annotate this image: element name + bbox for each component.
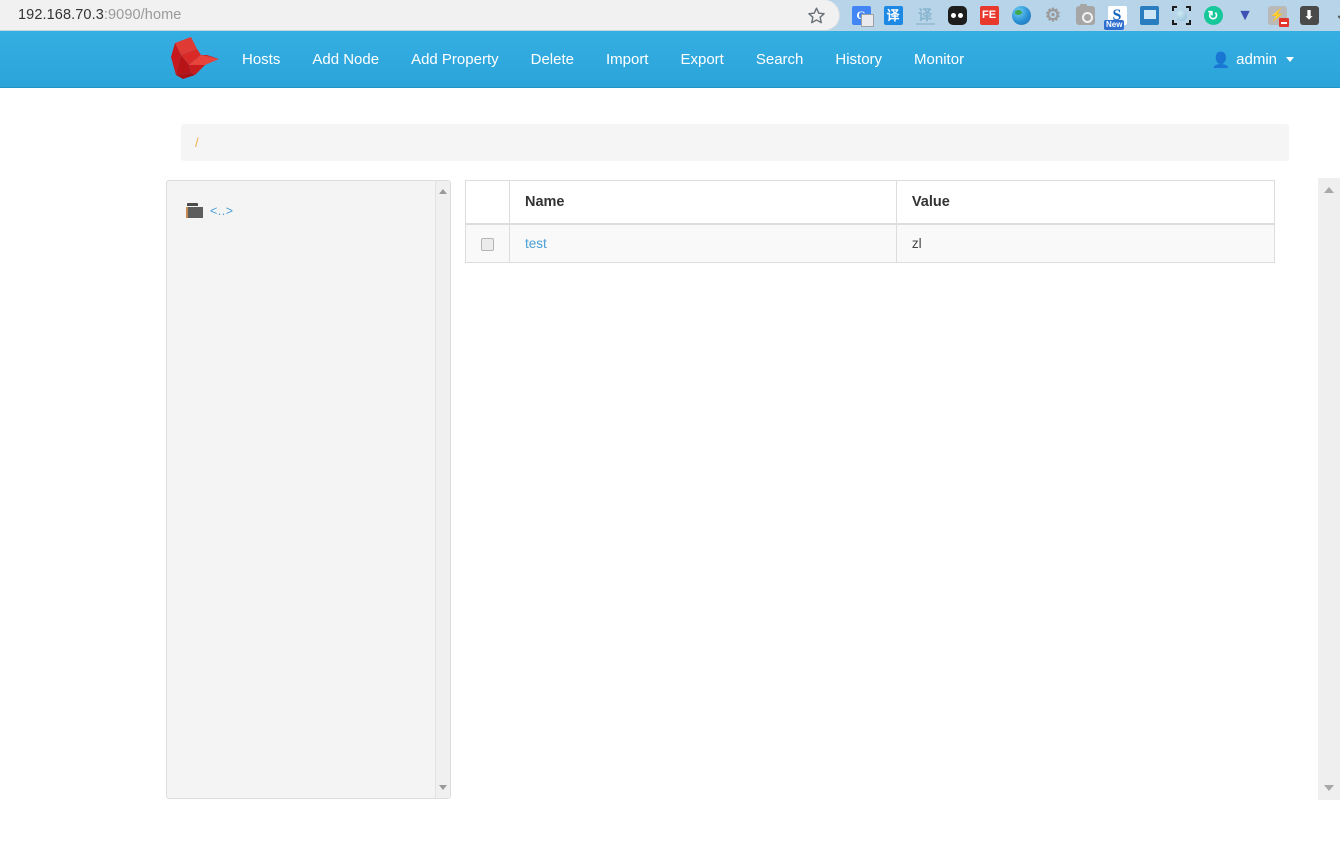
table-header-select <box>465 180 510 225</box>
table-header-name: Name <box>509 180 897 225</box>
nav-link-delete[interactable]: Delete <box>515 31 590 88</box>
user-menu[interactable]: 👤 admin <box>1211 31 1294 88</box>
properties-table-wrapper: Name Value test zl <box>465 180 1275 263</box>
table-cell-select <box>465 224 510 263</box>
nav-link-add-node[interactable]: Add Node <box>296 31 395 88</box>
nav-link-import[interactable]: Import <box>590 31 665 88</box>
more-extensions-icon[interactable]: ◕ <box>1325 0 1340 31</box>
nav-links: Hosts Add Node Add Property Delete Impor… <box>226 31 980 88</box>
page-scrollbar[interactable] <box>1318 178 1340 800</box>
sync-refresh-icon[interactable]: ↻ <box>1197 0 1229 31</box>
flashget-icon[interactable]: FE <box>973 0 1005 31</box>
snipaste-icon[interactable]: S New <box>1101 0 1133 31</box>
table-row[interactable]: test zl <box>465 224 1275 263</box>
adblock-icon[interactable] <box>941 0 973 31</box>
row-checkbox[interactable] <box>481 237 494 251</box>
user-menu-label: admin <box>1236 51 1277 68</box>
url-path: :9090/home <box>103 7 182 23</box>
table-body: test zl <box>465 224 1275 263</box>
nav-link-export[interactable]: Export <box>664 31 739 88</box>
nav-link-monitor[interactable]: Monitor <box>898 31 980 88</box>
region-capture-icon[interactable] <box>1165 0 1197 31</box>
page-scroll-down-arrow-icon[interactable] <box>1324 785 1334 791</box>
table-header-value: Value <box>896 180 1275 225</box>
table-cell-name: test <box>509 224 897 263</box>
url-text: 192.168.70.3:9090/home <box>18 7 181 23</box>
tree-item-label[interactable]: <..> <box>210 204 234 218</box>
page-scroll-up-arrow-icon[interactable] <box>1324 187 1334 193</box>
zookeeper-bird-logo[interactable] <box>167 35 223 85</box>
nav-link-search[interactable]: Search <box>740 31 820 88</box>
breadcrumb: / <box>181 124 1289 161</box>
folder-icon <box>186 203 204 218</box>
nav-link-history[interactable]: History <box>819 31 898 88</box>
fanyi-translate-icon[interactable]: 译 <box>877 0 909 31</box>
scroll-up-arrow-icon[interactable] <box>439 189 447 194</box>
property-name-link[interactable]: test <box>525 236 547 251</box>
star-icon[interactable] <box>804 3 829 28</box>
snipaste-new-badge: New <box>1104 20 1125 30</box>
google-translate-icon[interactable]: G <box>845 0 877 31</box>
nav-link-hosts[interactable]: Hosts <box>226 31 296 88</box>
download-manager-icon[interactable]: ⬇ <box>1293 0 1325 31</box>
address-bar[interactable]: 192.168.70.3:9090/home <box>0 0 840 31</box>
vpn-shield-icon[interactable]: ▼ <box>1229 0 1261 31</box>
table-cell-value: zl <box>896 224 1275 263</box>
table-head: Name Value <box>465 180 1275 225</box>
extension-icons: G 译 译 FE ⚙ SNew ↻ ▼ ⚡ ⬇ ◕ <box>845 0 1340 31</box>
tree-item-parent[interactable]: <..> <box>186 203 234 218</box>
globe-browser-icon[interactable] <box>1005 0 1037 31</box>
properties-table: Name Value test zl <box>465 180 1275 263</box>
url-host: 192.168.70.3 <box>18 7 104 23</box>
scroll-down-arrow-icon[interactable] <box>439 785 447 790</box>
app-navbar: Hosts Add Node Add Property Delete Impor… <box>0 31 1340 88</box>
node-tree-list: <..> <box>167 181 435 798</box>
browser-toolbar: 192.168.70.3:9090/home G 译 译 FE ⚙ S New ↻… <box>0 0 1340 31</box>
table-header-row: Name Value <box>465 180 1275 225</box>
user-icon: 👤 <box>1211 51 1231 69</box>
flash-player-icon[interactable]: ⚡ <box>1261 0 1293 31</box>
node-tree-panel: <..> <box>166 180 451 799</box>
youdao-translate-icon[interactable]: 译 <box>909 0 941 31</box>
breadcrumb-root-link[interactable]: / <box>195 135 199 150</box>
tree-scrollbar[interactable] <box>435 181 450 798</box>
screenshot-camera-icon[interactable] <box>1069 0 1101 31</box>
chevron-down-icon <box>1286 57 1294 62</box>
image-tool-icon[interactable] <box>1133 0 1165 31</box>
nav-link-add-property[interactable]: Add Property <box>395 31 515 88</box>
settings-gear-icon[interactable]: ⚙ <box>1037 0 1069 31</box>
